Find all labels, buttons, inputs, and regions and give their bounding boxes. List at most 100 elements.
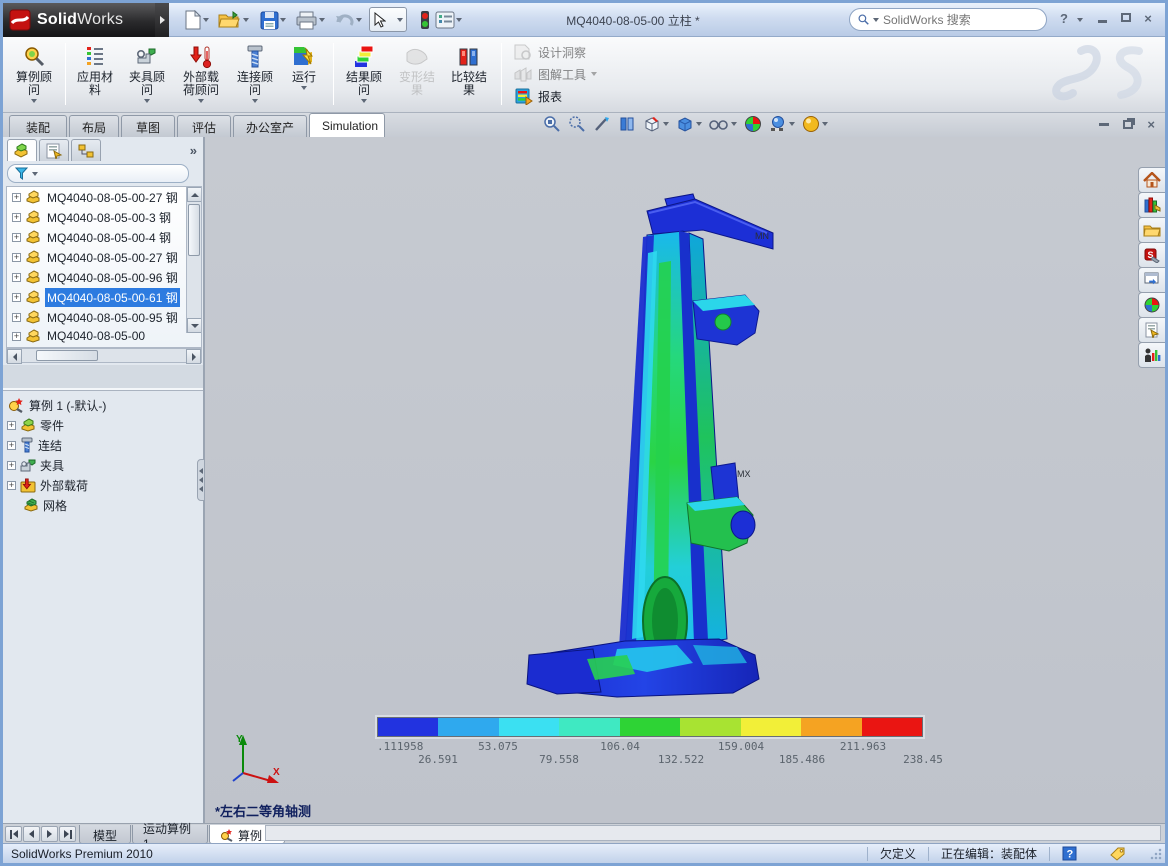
feature-tree-item[interactable]: + MQ4040-08-05-00-4 钢 bbox=[7, 227, 187, 247]
tab-office-products[interactable]: 办公室产品 bbox=[233, 115, 307, 137]
options-icon[interactable] bbox=[433, 8, 457, 32]
search-input[interactable] bbox=[883, 13, 1038, 27]
expand-icon[interactable]: + bbox=[12, 273, 21, 282]
display-style-icon[interactable] bbox=[676, 115, 702, 133]
feature-tree-item[interactable]: + MQ4040-08-05-00-96 钢 bbox=[7, 267, 187, 287]
hide-show-items-icon[interactable] bbox=[709, 117, 737, 131]
new-document-icon[interactable] bbox=[181, 8, 205, 32]
panel-splitter-strip[interactable] bbox=[3, 365, 203, 391]
external-loads-advisor-button[interactable]: 外部载荷顾问 bbox=[173, 40, 229, 110]
expand-icon[interactable]: + bbox=[12, 332, 21, 341]
doc-restore-button[interactable] bbox=[1123, 120, 1133, 129]
options-dropdown-icon[interactable] bbox=[456, 18, 462, 22]
doc-close-button[interactable]: × bbox=[1147, 117, 1155, 132]
expand-icon[interactable]: + bbox=[7, 481, 16, 490]
tab-layout[interactable]: 布局 bbox=[69, 115, 119, 137]
tree-vertical-scrollbar[interactable] bbox=[186, 187, 201, 333]
study-item-parts[interactable]: + 零件 bbox=[5, 415, 203, 435]
feature-tree-item[interactable]: + MQ4040-08-05-00 bbox=[7, 327, 187, 345]
home-icon[interactable] bbox=[1138, 167, 1165, 193]
last-study-button[interactable] bbox=[59, 826, 76, 842]
expand-icon[interactable]: + bbox=[7, 421, 16, 430]
feature-tree-item[interactable]: + MQ4040-08-05-00-27 钢 bbox=[7, 187, 187, 207]
results-advisor-button[interactable]: 结果顾问 bbox=[337, 40, 391, 110]
edit-appearance-icon[interactable] bbox=[744, 115, 762, 133]
zoom-to-area-icon[interactable] bbox=[568, 115, 586, 133]
scroll-left-icon[interactable] bbox=[7, 349, 22, 364]
file-explorer-icon[interactable] bbox=[1138, 217, 1165, 243]
tree-horizontal-scrollbar[interactable] bbox=[6, 348, 202, 363]
tab-simulation[interactable]: Simulation bbox=[309, 113, 385, 137]
study-item-fixtures[interactable]: + 夹具 bbox=[5, 455, 203, 475]
apply-scene-icon[interactable] bbox=[769, 115, 795, 133]
resize-grip[interactable] bbox=[1150, 848, 1162, 860]
menu-expand-arrow[interactable] bbox=[155, 3, 169, 37]
save-dropdown-icon[interactable] bbox=[280, 18, 286, 22]
next-study-button[interactable] bbox=[41, 826, 58, 842]
connections-advisor-button[interactable]: 连接顾问 bbox=[229, 40, 281, 110]
expand-icon[interactable]: + bbox=[12, 193, 21, 202]
tab-evaluate[interactable]: 评估 bbox=[177, 115, 231, 137]
study-item-external-loads[interactable]: + 外部载荷 bbox=[5, 475, 203, 495]
undo-dropdown-icon[interactable] bbox=[356, 18, 362, 22]
scroll-up-icon[interactable] bbox=[187, 187, 202, 202]
tab-property-manager[interactable] bbox=[39, 139, 69, 161]
section-view-icon[interactable] bbox=[618, 115, 636, 133]
feature-tree-item-selected[interactable]: + MQ4040-08-05-00-61 钢 bbox=[7, 287, 187, 307]
minimize-button[interactable] bbox=[1098, 20, 1107, 23]
expand-icon[interactable]: + bbox=[12, 293, 21, 302]
previous-study-button[interactable] bbox=[23, 826, 40, 842]
scrollbar-thumb[interactable] bbox=[188, 204, 200, 256]
search-box[interactable] bbox=[849, 8, 1047, 31]
fea-model[interactable]: MN MX bbox=[497, 193, 797, 713]
expand-icon[interactable]: + bbox=[7, 441, 16, 450]
close-button[interactable]: × bbox=[1139, 11, 1157, 26]
open-dropdown-icon[interactable] bbox=[243, 18, 249, 22]
tab-feature-manager[interactable] bbox=[7, 139, 37, 161]
tab-sketch[interactable]: 草图 bbox=[121, 115, 175, 137]
previous-view-icon[interactable] bbox=[593, 115, 611, 133]
feature-tree-item[interactable]: + MQ4040-08-05-00-3 钢 bbox=[7, 207, 187, 227]
scroll-down-icon[interactable] bbox=[187, 318, 202, 333]
scrollbar-thumb[interactable] bbox=[36, 350, 98, 361]
zoom-to-fit-icon[interactable] bbox=[543, 115, 561, 133]
help-dropdown-icon[interactable] bbox=[1077, 18, 1083, 22]
fixtures-advisor-button[interactable]: 夹具顾问 bbox=[121, 40, 173, 110]
first-study-button[interactable] bbox=[5, 826, 22, 842]
panel-splitter-handle[interactable] bbox=[197, 459, 205, 501]
apply-material-button[interactable]: 应用材料 bbox=[69, 40, 121, 110]
print-dropdown-icon[interactable] bbox=[319, 18, 325, 22]
print-icon[interactable] bbox=[294, 8, 318, 32]
compare-results-button[interactable]: 比较结果 bbox=[443, 40, 495, 110]
search-dropdown-icon[interactable] bbox=[873, 18, 879, 22]
help-button[interactable]: ? bbox=[1055, 11, 1073, 26]
view-palette-icon[interactable] bbox=[1138, 267, 1165, 293]
appearances-icon[interactable] bbox=[1138, 292, 1165, 318]
expand-icon[interactable]: + bbox=[12, 253, 21, 262]
new-dropdown-icon[interactable] bbox=[203, 18, 209, 22]
run-button[interactable]: 运行 bbox=[281, 40, 327, 110]
expand-icon[interactable]: + bbox=[12, 233, 21, 242]
feature-tree-item[interactable]: + MQ4040-08-05-00-95 钢 bbox=[7, 307, 187, 327]
toolbox-icon[interactable]: S bbox=[1138, 242, 1165, 268]
solidworks-content-icon[interactable] bbox=[1138, 342, 1165, 368]
view-settings-icon[interactable] bbox=[802, 115, 828, 133]
tags-button[interactable] bbox=[1089, 847, 1147, 861]
doc-minimize-button[interactable] bbox=[1099, 123, 1109, 126]
quick-tips-button[interactable]: ? bbox=[1049, 847, 1089, 861]
expand-icon[interactable]: + bbox=[12, 313, 21, 322]
save-icon[interactable] bbox=[257, 8, 281, 32]
expand-icon[interactable]: + bbox=[7, 461, 16, 470]
view-orientation-icon[interactable] bbox=[643, 115, 669, 133]
study-item-connections[interactable]: + 连结 bbox=[5, 435, 203, 455]
study-advisor-button[interactable]: 算例顾问 bbox=[7, 40, 61, 110]
maximize-button[interactable] bbox=[1121, 13, 1131, 22]
tab-motion-study-1[interactable]: 运动算例 1 bbox=[132, 825, 208, 844]
report-button[interactable]: 报表 bbox=[509, 85, 601, 107]
tree-filter-bar[interactable] bbox=[7, 164, 189, 183]
graphics-viewport[interactable]: MN MX .111958 53.075 106.04 bbox=[205, 137, 1165, 823]
tab-assembly[interactable]: 装配体 bbox=[9, 115, 67, 137]
tab-configuration-manager[interactable] bbox=[71, 139, 101, 161]
design-library-icon[interactable] bbox=[1138, 192, 1165, 218]
panel-expand-chevron[interactable]: » bbox=[190, 143, 197, 158]
